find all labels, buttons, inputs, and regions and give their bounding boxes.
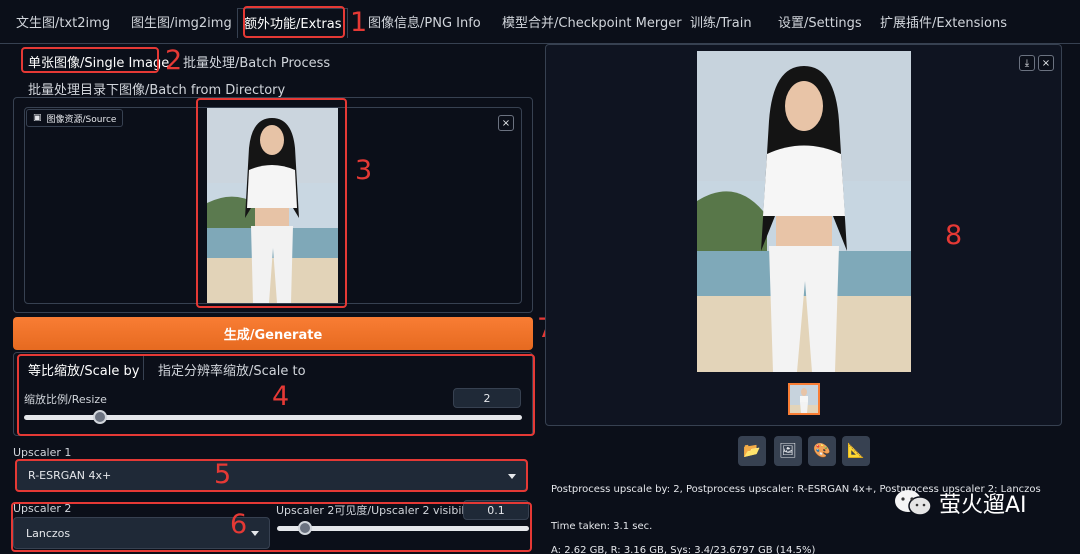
tab-png-info[interactable]: 图像信息/PNG Info — [368, 12, 481, 31]
annotation-number-8: 8 — [945, 220, 963, 251]
annotation-number-6: 6 — [230, 509, 248, 540]
resize-value-input[interactable]: 2 — [453, 388, 521, 408]
main-tab-bar: 文生图/txt2img 图生图/img2img 额外功能/Extras 图像信息… — [0, 0, 1080, 44]
ruler-icon[interactable]: 📐 — [842, 436, 870, 466]
image-icon: ▣ — [33, 113, 42, 123]
upscaler1-dropdown[interactable]: R-ESRGAN 4x+ — [15, 460, 527, 491]
memory-info: A: 2.62 GB, R: 3.16 GB, Sys: 3.4/23.6797… — [551, 545, 816, 554]
upscaler2-label: Upscaler 2 — [13, 502, 72, 515]
tab-extensions[interactable]: 扩展插件/Extensions — [880, 12, 1007, 31]
upscaler2-visibility-slider-handle[interactable] — [298, 521, 312, 535]
chevron-down-icon — [251, 531, 259, 536]
generate-button[interactable]: 生成/Generate — [13, 317, 533, 350]
watermark: 萤火遛AI — [893, 487, 1027, 519]
chat-icon — [895, 490, 932, 516]
download-icon[interactable]: ⤓ — [1019, 55, 1035, 71]
upscaler2-visibility-input[interactable]: 0.1 — [463, 500, 529, 520]
tab-txt2img[interactable]: 文生图/txt2img — [16, 12, 110, 31]
output-close-button[interactable]: × — [1038, 55, 1054, 71]
tab-scale-to[interactable]: 指定分辨率缩放/Scale to — [158, 360, 306, 379]
tab-batch-from-directory[interactable]: 批量处理目录下图像/Batch from Directory — [28, 79, 285, 98]
source-image — [207, 108, 338, 303]
tab-settings[interactable]: 设置/Settings — [778, 12, 862, 31]
upscaler2-visibility-label: Upscaler 2可见度/Upscaler 2 visibility — [276, 504, 479, 517]
output-thumbnail[interactable] — [788, 383, 820, 415]
resize-slider-handle[interactable] — [93, 410, 107, 424]
annotation-number-3: 3 — [355, 155, 373, 186]
tab-img2img[interactable]: 图生图/img2img — [131, 12, 232, 31]
tab-train[interactable]: 训练/Train — [690, 12, 752, 31]
time-taken: Time taken: 3.1 sec. — [551, 521, 653, 532]
annotation-number-1: 1 — [350, 7, 368, 38]
tab-checkpoint-merger[interactable]: 模型合并/Checkpoint Merger — [502, 12, 682, 31]
upscaler1-label: Upscaler 1 — [13, 446, 72, 459]
tab-extras[interactable]: 额外功能/Extras — [237, 8, 349, 38]
annotation-number-2: 2 — [165, 45, 183, 76]
image-icon[interactable]: 🖼 — [774, 436, 802, 466]
folder-icon[interactable]: 📂 — [738, 436, 766, 466]
annotation-number-4: 4 — [272, 381, 290, 412]
palette-icon[interactable]: 🎨 — [808, 436, 836, 466]
annotation-number-5: 5 — [214, 459, 232, 490]
upscaler2-visibility-slider-track[interactable] — [277, 526, 529, 531]
resize-label: 缩放比例/Resize — [24, 393, 107, 406]
source-close-button[interactable]: × — [498, 115, 514, 131]
source-label: ▣ 图像资源/Source — [26, 109, 124, 127]
watermark-text: 萤火遛AI — [939, 493, 1027, 518]
chevron-down-icon — [508, 473, 516, 479]
tab-single-image[interactable]: 单张图像/Single Image — [28, 52, 169, 71]
tab-batch-process[interactable]: 批量处理/Batch Process — [183, 52, 330, 71]
tab-scale-by[interactable]: 等比缩放/Scale by — [28, 360, 139, 379]
output-image[interactable] — [697, 51, 911, 372]
